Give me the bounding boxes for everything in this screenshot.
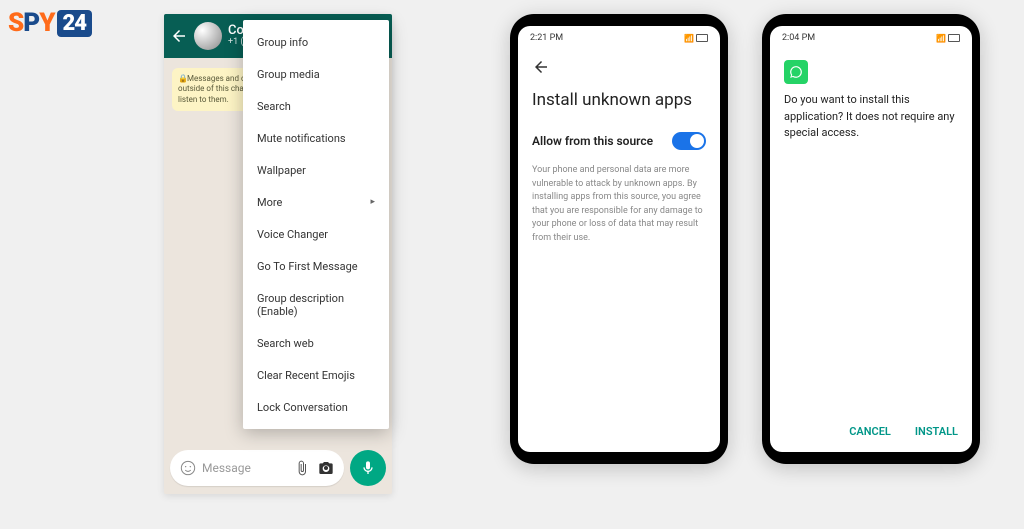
mic-icon xyxy=(360,460,376,476)
attach-icon[interactable] xyxy=(294,460,310,476)
message-input[interactable]: Message xyxy=(170,450,344,486)
menu-more-label: More xyxy=(257,196,282,209)
warning-description: Your phone and personal data are more vu… xyxy=(518,158,720,251)
back-arrow-icon[interactable] xyxy=(170,27,188,45)
status-bar-1: 2:21 PM 📶 xyxy=(518,26,720,50)
signal-icon: 📶 xyxy=(936,34,945,43)
status-icons-1: 📶 xyxy=(684,34,708,43)
menu-clear-emojis[interactable]: Clear Recent Emojis xyxy=(243,359,389,391)
menu-more[interactable]: More ▸ xyxy=(243,186,389,218)
menu-search[interactable]: Search xyxy=(243,90,389,122)
status-icons-2: 📶 xyxy=(936,34,960,43)
allow-source-row[interactable]: Allow from this source xyxy=(518,124,720,158)
install-buttons: CANCEL INSTALL xyxy=(849,425,958,438)
menu-group-info[interactable]: Group info xyxy=(243,26,389,58)
cancel-button[interactable]: CANCEL xyxy=(849,425,891,438)
menu-first-message[interactable]: Go To First Message xyxy=(243,250,389,282)
status-time-2: 2:04 PM xyxy=(782,33,815,43)
phone-unknown-apps: 2:21 PM 📶 Install unknown apps Allow fro… xyxy=(510,14,728,464)
camera-icon[interactable] xyxy=(318,460,334,476)
logo-letter-y: Y xyxy=(39,8,54,38)
lock-icon: 🔒 xyxy=(178,74,185,84)
phone-install-confirm: 2:04 PM 📶 Do you want to install this ap… xyxy=(762,14,980,464)
mic-button[interactable] xyxy=(350,450,386,486)
page-title: Install unknown apps xyxy=(518,86,720,124)
message-input-row: Message xyxy=(170,450,386,486)
battery-icon xyxy=(696,34,708,42)
install-button[interactable]: INSTALL xyxy=(915,425,958,438)
app-icon xyxy=(784,60,808,84)
menu-mute-notifications[interactable]: Mute notifications xyxy=(243,122,389,154)
chat-avatar[interactable] xyxy=(194,22,222,50)
logo-letter-s: S xyxy=(8,8,23,38)
logo-24-badge: 24 xyxy=(57,10,93,37)
menu-search-web[interactable]: Search web xyxy=(243,327,389,359)
back-arrow-icon[interactable] xyxy=(532,58,550,76)
allow-source-label: Allow from this source xyxy=(532,134,653,148)
phone-screen-2: 2:04 PM 📶 Do you want to install this ap… xyxy=(770,26,972,452)
chevron-right-icon: ▸ xyxy=(370,197,375,207)
spy24-logo: S P Y 24 xyxy=(8,8,92,38)
chat-options-menu: Group info Group media Search Mute notif… xyxy=(243,20,389,429)
menu-group-media[interactable]: Group media xyxy=(243,58,389,90)
menu-group-description[interactable]: Group description (Enable) xyxy=(243,282,389,327)
status-bar-2: 2:04 PM 📶 xyxy=(770,26,972,50)
signal-icon: 📶 xyxy=(684,34,693,43)
emoji-icon[interactable] xyxy=(180,460,196,476)
back-button-row xyxy=(518,50,720,86)
logo-letter-p: P xyxy=(23,8,39,38)
menu-lock-conversation[interactable]: Lock Conversation xyxy=(243,391,389,423)
install-prompt-text: Do you want to install this application?… xyxy=(770,92,972,142)
status-time-1: 2:21 PM xyxy=(530,33,563,43)
menu-voice-changer[interactable]: Voice Changer xyxy=(243,218,389,250)
phone-screen-1: 2:21 PM 📶 Install unknown apps Allow fro… xyxy=(518,26,720,452)
whatsapp-icon xyxy=(789,65,803,79)
message-placeholder: Message xyxy=(202,461,251,475)
battery-icon xyxy=(948,34,960,42)
menu-wallpaper[interactable]: Wallpaper xyxy=(243,154,389,186)
allow-toggle-on[interactable] xyxy=(672,132,706,150)
